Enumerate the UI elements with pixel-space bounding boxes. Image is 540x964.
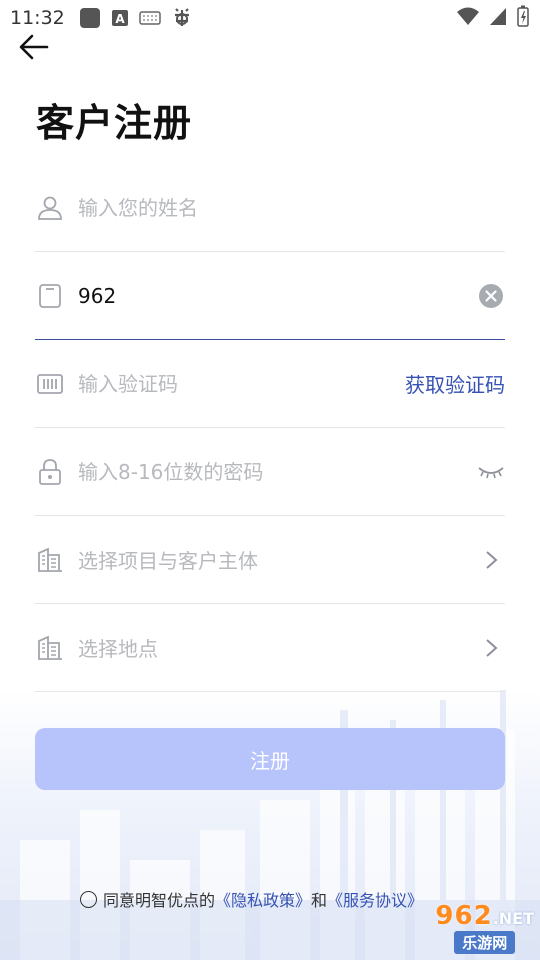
phone-icon (35, 281, 65, 311)
phone-input[interactable] (78, 275, 477, 316)
status-bar: 11:32 A (0, 0, 540, 36)
code-field-row: 获取验证码 (35, 340, 505, 428)
keyboard-icon (139, 11, 161, 25)
password-field-row (35, 428, 505, 516)
arrow-left-icon (19, 34, 49, 64)
signal-icon (488, 6, 508, 31)
lock-icon (35, 457, 65, 487)
agreement-row: 同意明智优点的 《隐私政策》 和 《服务协议》 (80, 887, 423, 911)
bug-icon (171, 7, 193, 29)
building-icon (35, 633, 65, 663)
barcode-icon (35, 369, 65, 399)
watermark-site-name: 乐游网 (454, 931, 516, 954)
register-form: 获取验证码 选择项目与客户主体 选择地点 (35, 164, 505, 692)
eye-closed-icon[interactable] (477, 458, 505, 486)
a-box-icon: A (111, 9, 129, 27)
privacy-policy-link[interactable]: 《隐私政策》 (215, 887, 311, 911)
service-agreement-link[interactable]: 《服务协议》 (327, 887, 423, 911)
code-input[interactable] (78, 363, 405, 404)
project-select-row[interactable]: 选择项目与客户主体 (35, 516, 505, 604)
chevron-right-icon (477, 634, 505, 662)
agree-radio[interactable] (80, 890, 97, 908)
project-select-placeholder: 选择项目与客户主体 (78, 549, 258, 573)
back-button[interactable] (14, 32, 54, 66)
watermark-logo: 962.NET 乐游网 (435, 901, 534, 954)
page-title: 客户注册 (36, 101, 193, 145)
chevron-right-icon (477, 546, 505, 574)
wifi-icon (456, 6, 480, 31)
agreement-conjunction: 和 (311, 891, 328, 910)
location-select-placeholder: 选择地点 (78, 637, 158, 661)
get-code-button[interactable]: 获取验证码 (405, 369, 505, 398)
location-select-row[interactable]: 选择地点 (35, 604, 505, 692)
battery-icon (516, 5, 530, 32)
person-icon (35, 193, 65, 223)
status-time: 11:32 (10, 7, 65, 29)
watermark-number: 962 (435, 901, 493, 931)
name-input[interactable] (78, 187, 505, 228)
agreement-prefix: 同意明智优点的 (103, 891, 216, 910)
register-button[interactable]: 注册 (35, 728, 505, 790)
name-field-row (35, 164, 505, 252)
clear-circle-icon[interactable] (477, 282, 505, 310)
phone-field-row (35, 252, 505, 340)
app-square-icon (79, 7, 101, 29)
watermark-net: .NET (492, 909, 534, 928)
password-input[interactable] (78, 451, 477, 492)
building-icon (35, 545, 65, 575)
svg-text:A: A (115, 12, 125, 26)
